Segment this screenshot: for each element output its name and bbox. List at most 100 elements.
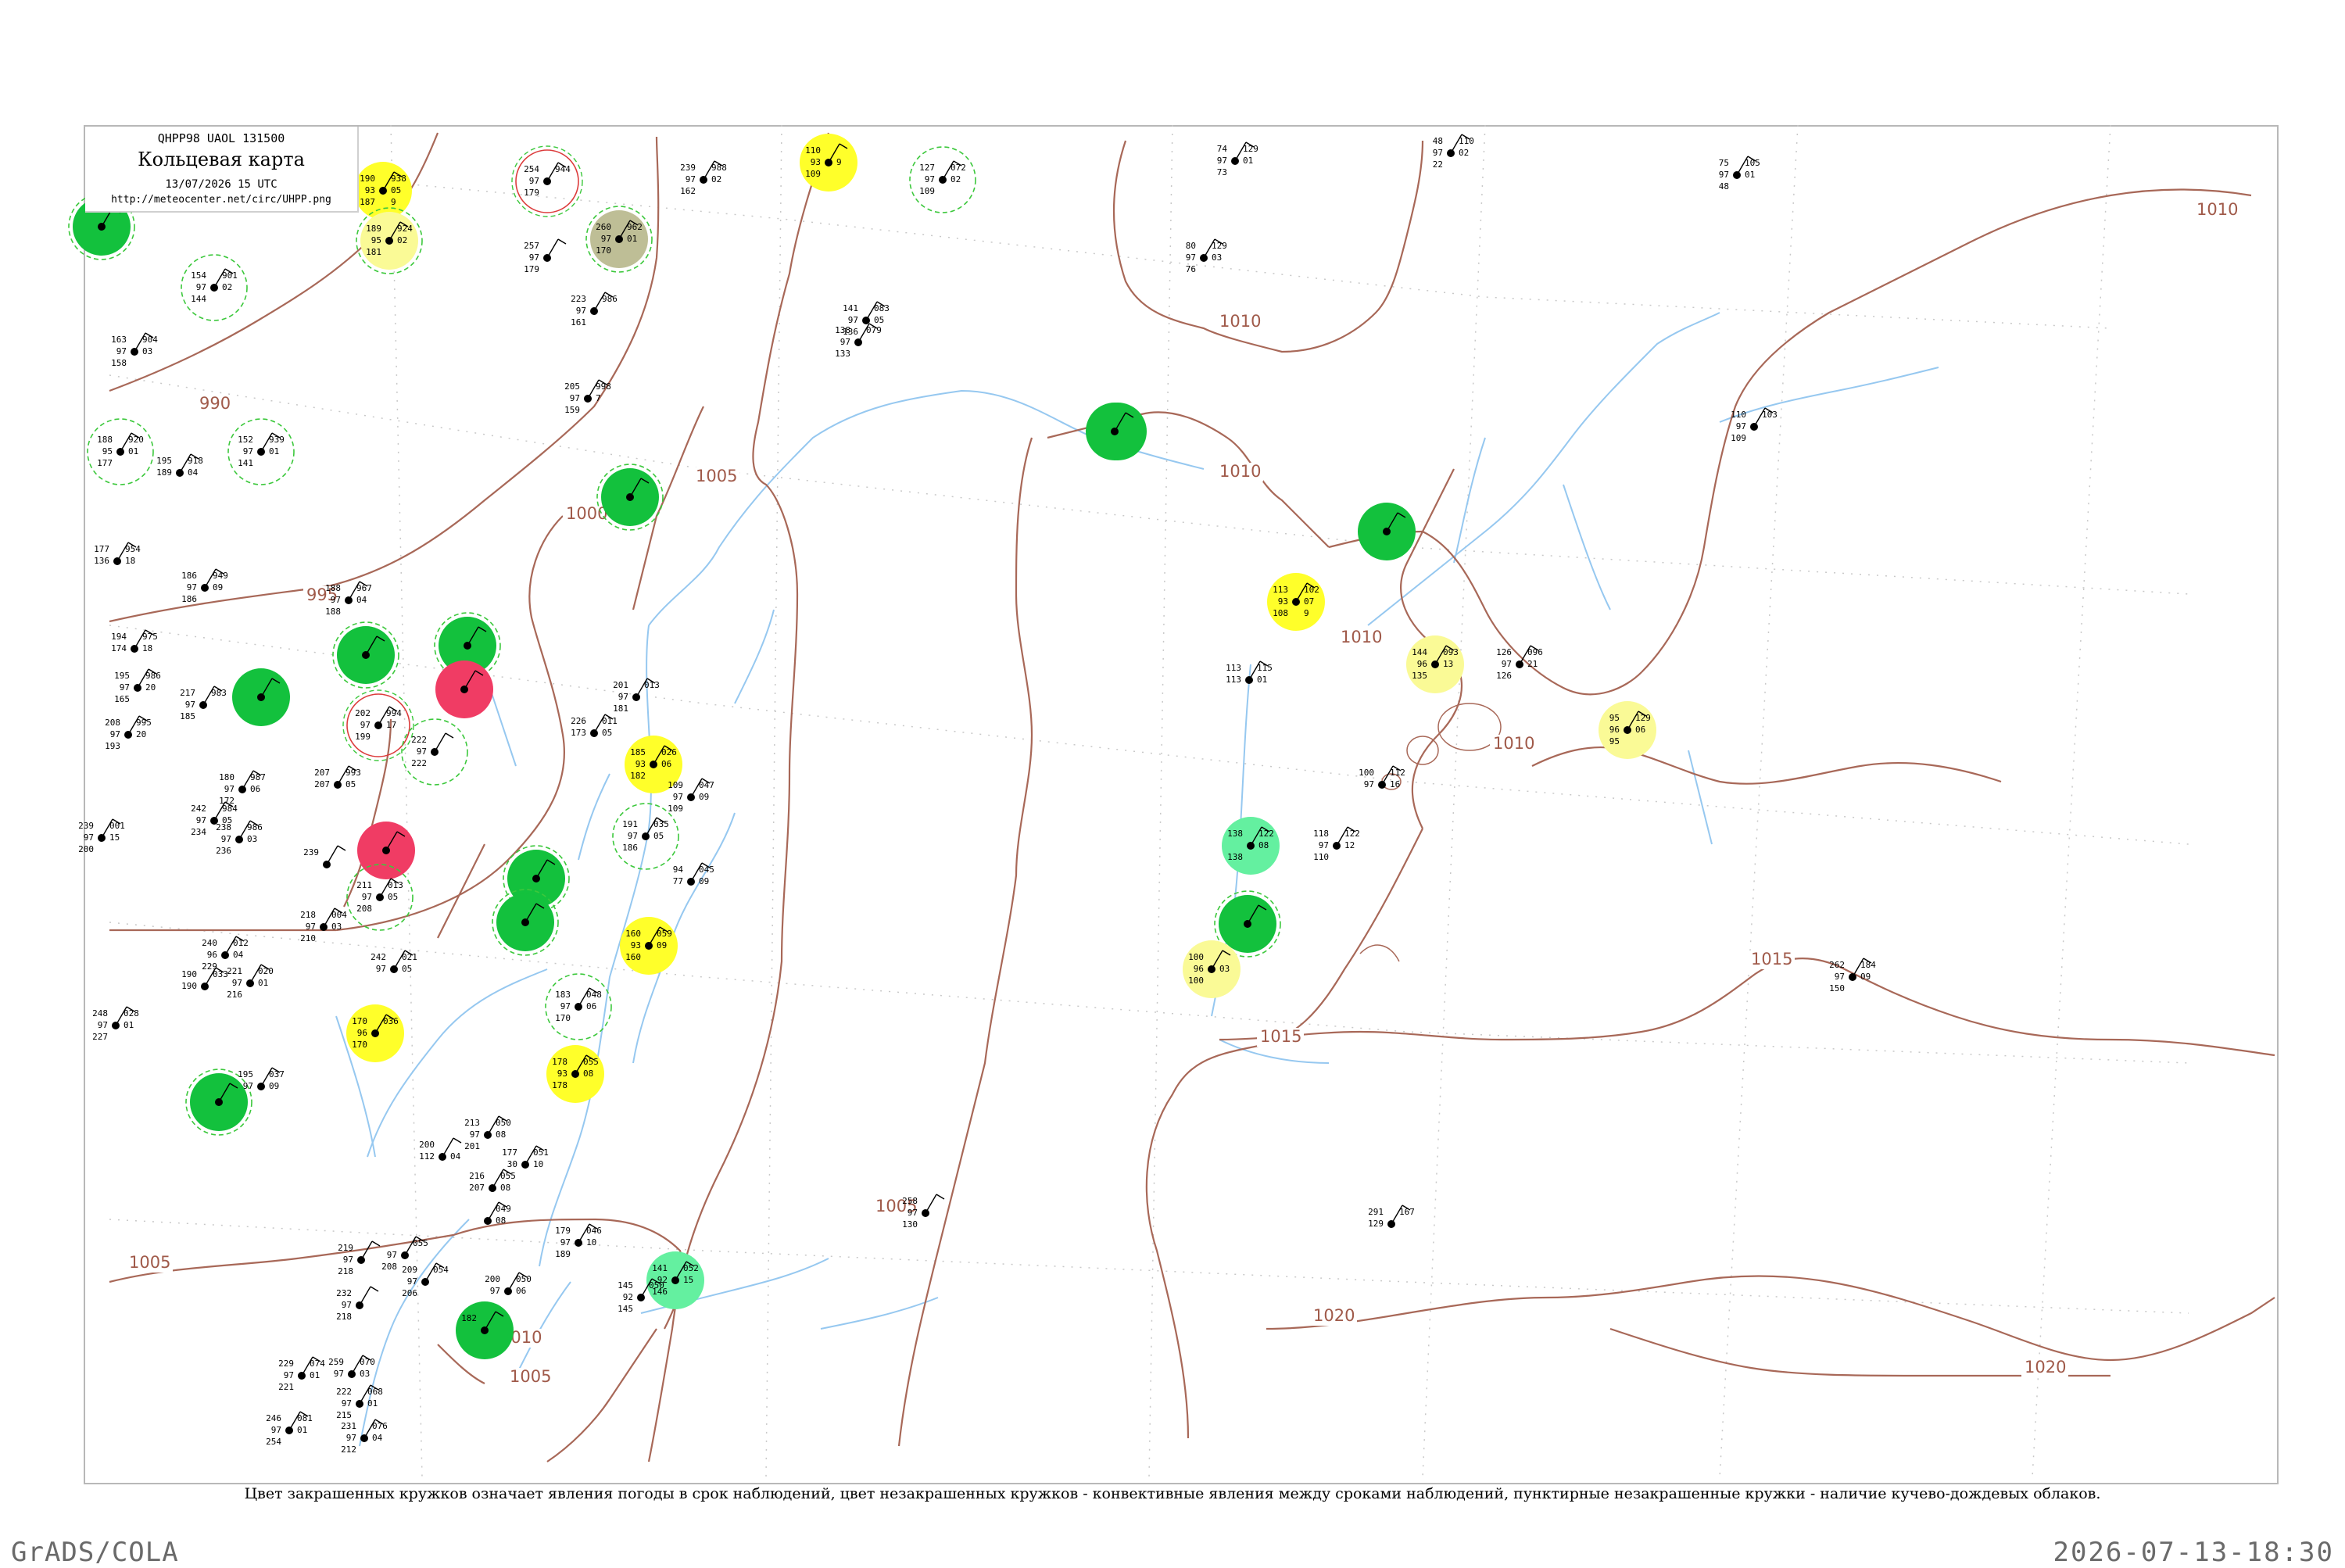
station-value: 9 <box>836 157 842 167</box>
station-value: 242 <box>371 952 386 962</box>
station-value: 161 <box>571 317 586 328</box>
station-value: 033 <box>213 969 228 979</box>
station-plot: 219 97218 <box>338 1240 381 1276</box>
station-value: 100 <box>1188 976 1204 986</box>
station-plot: 74 9773 129 01 <box>1217 141 1258 177</box>
station-plot: 20597 159 9987 <box>564 379 611 415</box>
station-value: 259 <box>328 1357 344 1367</box>
station-plot: 194174 97518 <box>111 629 158 653</box>
station-value: 97 <box>196 282 206 292</box>
station-value: 110 <box>805 145 821 156</box>
station-value: 195 <box>238 1069 253 1079</box>
station-value: 04 <box>188 467 199 478</box>
station-value: 09 <box>269 1081 279 1091</box>
station-value: 73 <box>1217 167 1227 177</box>
station-value: 138 <box>835 325 850 335</box>
station-plot: 226 173 011 05 <box>571 714 618 738</box>
station-value: 22 <box>1433 159 1443 170</box>
station-value: 212 <box>341 1444 356 1455</box>
station-value: 216 <box>227 990 242 1000</box>
station-value: 975 <box>142 632 158 642</box>
station-value: 97 <box>1502 659 1512 669</box>
station-value: 186 <box>181 594 197 604</box>
station-value: 048 <box>586 990 602 1000</box>
station-value: 9 <box>1304 608 1309 618</box>
station-plot: 177 136 954 18 <box>94 542 141 566</box>
station-value: 97 <box>224 784 234 794</box>
station-value: 239 <box>78 821 94 831</box>
station-plot: 15297 141 93901 <box>227 418 295 485</box>
station-value: 179 <box>524 188 539 198</box>
station-value: 02 <box>951 174 961 184</box>
station-value: 05 <box>402 964 412 974</box>
isobar-label: 1005 <box>129 1253 170 1272</box>
station-plot: 18995 181 92402 <box>356 207 423 274</box>
station-value: 158 <box>111 358 127 368</box>
station-value: 09 <box>1860 972 1871 982</box>
station-plot: 138 138 12208 <box>1222 817 1280 875</box>
station-value: 072 <box>951 163 966 173</box>
station-plot: 11093 109 9 <box>800 134 857 192</box>
station-value: 055 <box>583 1057 599 1067</box>
station-value: 258 <box>902 1196 918 1206</box>
station-value: 15 <box>683 1275 693 1285</box>
station-value: 122 <box>1258 829 1274 839</box>
station-plot: 254 97 179 944 <box>511 145 583 217</box>
station-value: 216 <box>469 1171 485 1181</box>
station-value: 229 <box>278 1359 294 1369</box>
station-value: 112 <box>1390 768 1405 778</box>
station-value: 208 <box>356 904 372 914</box>
isobars <box>109 132 2275 1462</box>
station-value: 189 <box>555 1249 571 1259</box>
station-plot: 182 <box>456 1301 514 1359</box>
station-value: 076 <box>372 1421 388 1431</box>
station-value: 081 <box>297 1413 313 1423</box>
footer-timestamp: 2026-07-13-18:30 <box>2053 1537 2334 1568</box>
station-plot: 232 97 218 <box>336 1286 379 1322</box>
station-value: 186 <box>622 843 638 853</box>
station-value: 05 <box>874 315 884 325</box>
station-plot: 10097 11216 <box>1359 765 1405 789</box>
station-value: 95 <box>1609 713 1620 723</box>
station-value: 215 <box>336 1410 352 1420</box>
station-value: 189 <box>156 467 172 478</box>
isobar-label: 1010 <box>1219 462 1261 481</box>
station-value: 206 <box>402 1288 417 1298</box>
station-value: 97 <box>1186 252 1196 263</box>
station-plot: 100 96 100 03 <box>1183 940 1241 998</box>
station-value: 178 <box>552 1080 567 1090</box>
station-value: 998 <box>596 381 611 392</box>
station-value: 154 <box>191 270 206 281</box>
station-value: 055 <box>500 1171 516 1181</box>
station-value: 145 <box>618 1280 633 1291</box>
station-value: 93 <box>631 940 641 950</box>
station-value: 92 <box>623 1292 633 1302</box>
station-value: 173 <box>571 728 586 738</box>
station-value: 246 <box>266 1413 281 1423</box>
station-value: 231 <box>341 1421 356 1431</box>
station-plot: 11097 109 103 <box>1731 407 1778 443</box>
station-value: 291 <box>1368 1207 1384 1217</box>
station-value: 179 <box>555 1226 571 1236</box>
station-value: 188 <box>325 607 341 617</box>
wind-barb <box>360 1240 373 1261</box>
station-value: 97 <box>232 978 242 988</box>
station-value: 050 <box>496 1118 511 1128</box>
station-value: 04 <box>233 950 244 960</box>
station-value: 97 <box>686 174 696 184</box>
station-value: 118 <box>1313 829 1329 839</box>
station-plot: 242 97 021 05 <box>371 950 417 974</box>
station-value: 113 <box>1273 585 1288 595</box>
station-value: 05 <box>391 185 401 195</box>
station-value: 201 <box>464 1141 480 1151</box>
station-value: 97 <box>560 1237 571 1248</box>
station-value: 257 <box>524 241 539 251</box>
station-plot: 262 97150 184 09 <box>1829 958 1876 993</box>
station-value: 939 <box>269 435 285 445</box>
station-value: 260 <box>596 222 611 232</box>
map-title: Кольцевая карта <box>138 149 305 170</box>
station-value: 012 <box>233 938 249 948</box>
station-value: 036 <box>383 1016 399 1026</box>
station-plot: 138 97 133 079 <box>835 323 882 359</box>
station-value: 200 <box>485 1274 500 1284</box>
